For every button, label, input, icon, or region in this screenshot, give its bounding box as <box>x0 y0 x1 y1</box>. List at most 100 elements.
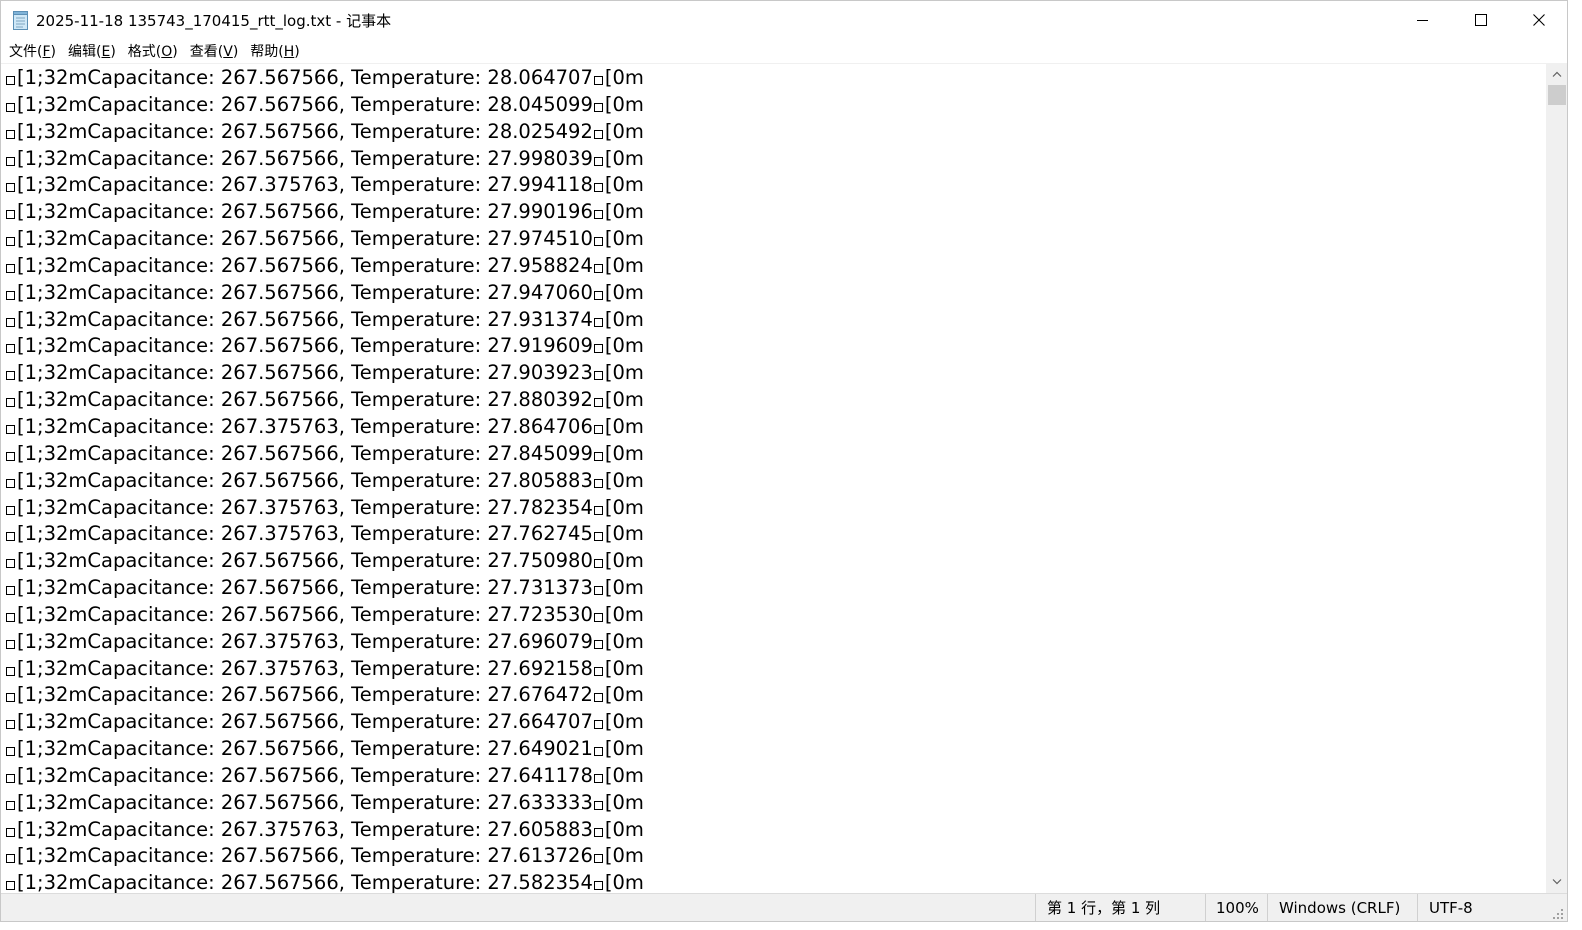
line-prefix: [1;32m <box>17 441 88 465</box>
text-line: [1;32mCapacitance: 267.567566, Temperatu… <box>5 253 644 280</box>
escape-char-glyph <box>593 827 603 837</box>
vertical-scrollbar[interactable] <box>1546 63 1567 893</box>
line-prefix: [1;32m <box>17 468 88 492</box>
menu-format[interactable]: 格式(O) <box>122 39 184 63</box>
text-line: [1;32mCapacitance: 267.375763, Temperatu… <box>5 172 644 199</box>
scroll-down-button[interactable] <box>1546 871 1567 893</box>
resize-grip-icon[interactable] <box>1552 908 1564 920</box>
scroll-thumb[interactable] <box>1548 85 1566 105</box>
line-prefix: [1;32m <box>17 92 88 116</box>
line-prefix: [1;32m <box>17 576 88 600</box>
menu-edit[interactable]: 编辑(E) <box>62 39 122 63</box>
escape-char-glyph <box>593 773 603 783</box>
scroll-up-button[interactable] <box>1546 63 1567 85</box>
escape-char-glyph <box>6 559 15 569</box>
line-content: Capacitance: 267.567566, Temperature: 27… <box>87 683 593 707</box>
menu-file-label: 文件( <box>9 44 43 60</box>
escape-char-glyph <box>593 263 603 273</box>
notepad-icon <box>13 11 28 30</box>
menu-help-suffix: ) <box>294 44 300 60</box>
line-prefix: [1;32m <box>17 361 88 385</box>
status-bar: 第 1 行，第 1 列 100% Windows (CRLF) UTF-8 <box>1 893 1567 921</box>
escape-char-glyph <box>6 693 15 703</box>
text-line: [1;32mCapacitance: 267.567566, Temperatu… <box>5 575 644 602</box>
menu-file[interactable]: 文件(F) <box>3 39 62 63</box>
line-content: Capacitance: 267.375763, Temperature: 27… <box>87 817 593 841</box>
menu-file-suffix: ) <box>50 44 56 60</box>
line-content: Capacitance: 267.375763, Temperature: 27… <box>87 629 593 653</box>
escape-char-glyph <box>593 586 603 596</box>
line-prefix: [1;32m <box>17 522 88 546</box>
escape-char-glyph <box>6 854 15 864</box>
text-line: [1;32mCapacitance: 267.567566, Temperatu… <box>5 65 644 92</box>
line-suffix: [0m <box>604 468 644 492</box>
line-content: Capacitance: 267.375763, Temperature: 27… <box>87 522 593 546</box>
text-line: [1;32mCapacitance: 267.567566, Temperatu… <box>5 333 644 360</box>
line-prefix: [1;32m <box>17 629 88 653</box>
minimize-button[interactable] <box>1394 1 1452 39</box>
line-content: Capacitance: 267.567566, Temperature: 27… <box>87 253 593 277</box>
escape-char-glyph <box>593 210 603 220</box>
escape-char-glyph <box>6 344 15 354</box>
line-content: Capacitance: 267.567566, Temperature: 27… <box>87 361 593 385</box>
text-line: [1;32mCapacitance: 267.375763, Temperatu… <box>5 414 644 441</box>
line-suffix: [0m <box>604 683 644 707</box>
line-suffix: [0m <box>604 602 644 626</box>
line-suffix: [0m <box>604 844 644 868</box>
line-suffix: [0m <box>604 200 644 224</box>
line-prefix: [1;32m <box>17 119 88 143</box>
line-suffix: [0m <box>604 737 644 761</box>
menu-edit-suffix: ) <box>110 44 116 60</box>
escape-char-glyph <box>593 129 603 139</box>
text-line: [1;32mCapacitance: 267.567566, Temperatu… <box>5 870 644 893</box>
menu-edit-label: 编辑( <box>68 44 102 60</box>
line-suffix: [0m <box>604 656 644 680</box>
line-prefix: [1;32m <box>17 66 88 89</box>
line-prefix: [1;32m <box>17 280 88 304</box>
escape-char-glyph <box>6 317 15 327</box>
text-line: [1;32mCapacitance: 267.567566, Temperatu… <box>5 602 644 629</box>
line-content: Capacitance: 267.375763, Temperature: 27… <box>87 414 593 438</box>
maximize-button[interactable] <box>1452 1 1510 39</box>
text-line: [1;32mCapacitance: 267.375763, Temperatu… <box>5 521 644 548</box>
menu-help[interactable]: 帮助(H) <box>244 39 305 63</box>
escape-char-glyph <box>6 800 15 810</box>
line-content: Capacitance: 267.567566, Temperature: 27… <box>87 200 593 224</box>
line-content: Capacitance: 267.375763, Temperature: 27… <box>87 495 593 519</box>
chevron-down-icon <box>1552 879 1562 885</box>
menu-bar: 文件(F) 编辑(E) 格式(O) 查看(V) 帮助(H) <box>1 39 1567 63</box>
line-suffix: [0m <box>604 307 644 331</box>
line-content: Capacitance: 267.375763, Temperature: 27… <box>87 656 593 680</box>
text-line: [1;32mCapacitance: 267.567566, Temperatu… <box>5 682 644 709</box>
escape-char-glyph <box>593 237 603 247</box>
line-suffix: [0m <box>604 119 644 143</box>
menu-view[interactable]: 查看(V) <box>184 39 245 63</box>
escape-char-glyph <box>6 76 15 85</box>
escape-char-glyph <box>6 773 15 783</box>
escape-char-glyph <box>593 854 603 864</box>
text-editor[interactable]: [1;32mCapacitance: 267.567566, Temperatu… <box>1 63 1546 893</box>
line-suffix: [0m <box>604 576 644 600</box>
text-line: [1;32mCapacitance: 267.567566, Temperatu… <box>5 387 644 414</box>
escape-char-glyph <box>6 263 15 273</box>
escape-char-glyph <box>6 102 15 112</box>
line-prefix: [1;32m <box>17 495 88 519</box>
escape-char-glyph <box>593 451 603 461</box>
menu-help-accel: H <box>283 44 295 60</box>
line-prefix: [1;32m <box>17 549 88 573</box>
line-content: Capacitance: 267.567566, Temperature: 27… <box>87 227 593 251</box>
escape-char-glyph <box>6 747 15 757</box>
notepad-window: 2025-11-18 135743_170415_rtt_log.txt - 记… <box>0 0 1568 922</box>
text-line: [1;32mCapacitance: 267.375763, Temperatu… <box>5 629 644 656</box>
title-bar[interactable]: 2025-11-18 135743_170415_rtt_log.txt - 记… <box>1 1 1567 39</box>
line-content: Capacitance: 267.567566, Temperature: 27… <box>87 790 593 814</box>
escape-char-glyph <box>593 424 603 434</box>
escape-char-glyph <box>6 720 15 730</box>
line-suffix: [0m <box>604 629 644 653</box>
line-suffix: [0m <box>604 522 644 546</box>
escape-char-glyph <box>6 478 15 488</box>
close-button[interactable] <box>1510 1 1567 39</box>
line-prefix: [1;32m <box>17 414 88 438</box>
line-prefix: [1;32m <box>17 200 88 224</box>
line-suffix: [0m <box>604 280 644 304</box>
